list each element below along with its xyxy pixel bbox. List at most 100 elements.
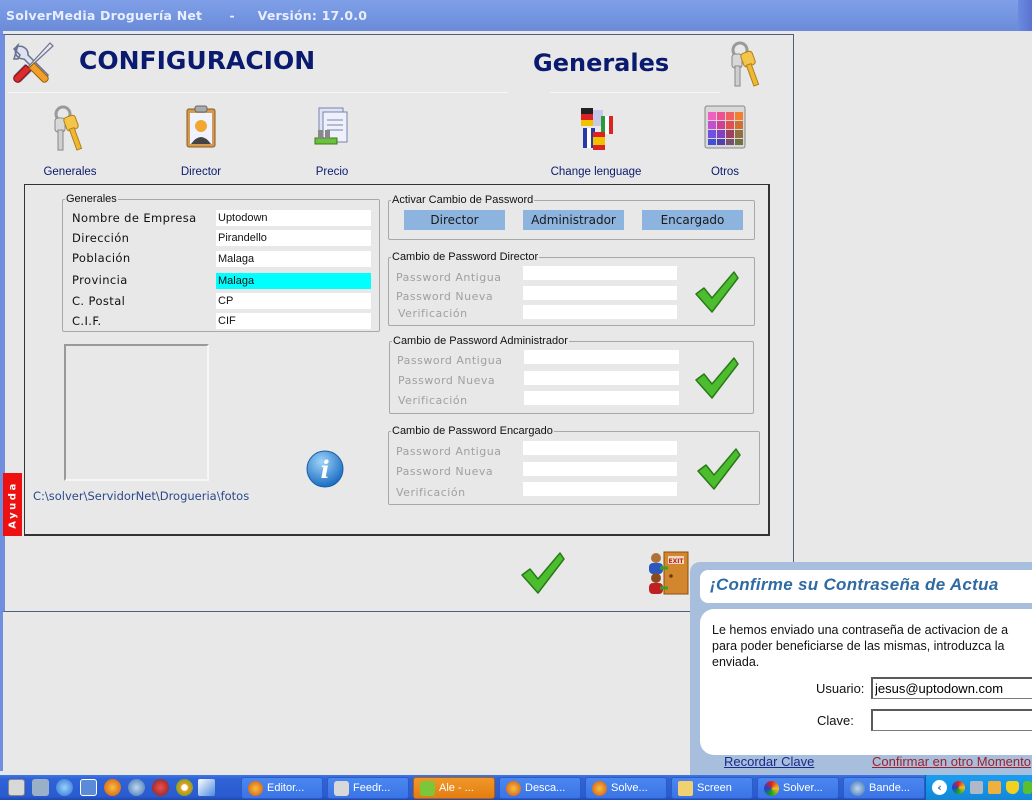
- box-icon[interactable]: [8, 779, 25, 796]
- taskbar-button-label: Solver...: [783, 782, 823, 794]
- nav-label: Otros: [710, 166, 740, 178]
- package-icon[interactable]: [988, 781, 1001, 794]
- activar-administrador-button[interactable]: Administrador: [523, 210, 624, 230]
- plane-icon[interactable]: [198, 779, 215, 796]
- encargado-verify-password-input[interactable]: [523, 482, 677, 496]
- popup-message: Le hemos enviado una contraseña de activ…: [712, 622, 1032, 670]
- taskbar-button[interactable]: Bande...: [843, 777, 925, 799]
- taskbar-button-label: Editor...: [267, 782, 305, 794]
- pw-label: Verificación: [398, 307, 468, 320]
- field-label: Población: [72, 251, 131, 265]
- clipboard-person-icon: [178, 104, 224, 154]
- window-title: SolverMedia Droguería Net - Versión: 17.…: [6, 8, 368, 23]
- color-palette-icon: [702, 104, 748, 154]
- exit-door-button[interactable]: EXIT: [646, 550, 692, 596]
- nav-change-language[interactable]: Change lenguage: [536, 104, 656, 184]
- box-icon: [334, 781, 349, 796]
- window-titlebar: SolverMedia Droguería Net - Versión: 17.…: [0, 0, 1032, 31]
- keys-icon: [47, 104, 93, 154]
- media-player-icon[interactable]: [176, 779, 193, 796]
- activar-director-button[interactable]: Director: [404, 210, 505, 230]
- director-verify-password-input[interactable]: [523, 305, 677, 319]
- info-icon[interactable]: i: [305, 450, 345, 488]
- wrench-screwdriver-icon: [10, 39, 56, 85]
- poblacion-input[interactable]: [216, 251, 371, 267]
- codigo-postal-input[interactable]: [216, 293, 371, 309]
- direccion-input[interactable]: [216, 230, 371, 246]
- nav-label: Precio: [315, 166, 349, 178]
- taskbar-button-label: Ale - ...: [439, 782, 474, 794]
- help-tab[interactable]: Ayuda: [3, 473, 22, 536]
- field-label: C.I.F.: [72, 314, 102, 328]
- nav-director[interactable]: Director: [141, 104, 261, 184]
- nav-label: Director: [180, 166, 222, 178]
- taskbar-button[interactable]: Feedr...: [327, 777, 409, 799]
- pw-label: Verificación: [396, 486, 466, 499]
- encargado-new-password-input[interactable]: [523, 462, 677, 476]
- chevron-left-icon[interactable]: ‹: [932, 780, 947, 795]
- page-title: CONFIGURACION: [79, 46, 316, 75]
- director-old-password-input[interactable]: [523, 266, 677, 280]
- usuario-label: Usuario:: [816, 681, 865, 696]
- nav-generales[interactable]: Generales: [10, 104, 130, 184]
- confirmar-otro-momento-link[interactable]: Confirmar en otro Momento: [872, 754, 1031, 769]
- field-label: Provincia: [72, 273, 128, 287]
- admin-old-password-input[interactable]: [524, 350, 679, 364]
- folder-icon: [678, 781, 693, 796]
- pw-label: Password Antigua: [396, 271, 502, 284]
- nav-otros[interactable]: Otros: [665, 104, 785, 184]
- taskbar-button-active[interactable]: Ale - ...: [413, 777, 495, 799]
- section-title: Generales: [533, 49, 670, 77]
- pw-label: Verificación: [398, 394, 468, 407]
- messenger-icon[interactable]: [1023, 781, 1032, 794]
- pw-label: Password Nueva: [398, 374, 496, 387]
- taskbar-button[interactable]: Solve...: [585, 777, 667, 799]
- nav-label: Change lenguage: [550, 166, 642, 178]
- outlook-icon[interactable]: [80, 779, 97, 796]
- popup-message-line: enviada.: [712, 655, 760, 669]
- nav-precio[interactable]: Precio: [272, 104, 392, 184]
- usuario-input[interactable]: [871, 677, 1032, 699]
- clave-label: Clave:: [817, 713, 854, 728]
- clave-input[interactable]: [871, 709, 1032, 731]
- header-divider: [8, 92, 508, 93]
- checkmark-icon[interactable]: [694, 356, 740, 400]
- flags-icon: [573, 104, 619, 154]
- taskbar-button-label: Bande...: [869, 782, 910, 794]
- ie-icon[interactable]: [56, 779, 73, 796]
- taskbar-button[interactable]: Solver...: [757, 777, 839, 799]
- firefox-icon[interactable]: [104, 779, 121, 796]
- solver-icon: [764, 781, 779, 796]
- popup-title: ¡Confirme su Contraseña de Actua: [710, 575, 999, 594]
- pw-label: Password Nueva: [396, 290, 494, 303]
- admin-verify-password-input[interactable]: [524, 391, 679, 405]
- activar-encargado-button[interactable]: Encargado: [642, 210, 743, 230]
- admin-new-password-input[interactable]: [524, 371, 679, 385]
- nombre-empresa-input[interactable]: [216, 210, 371, 226]
- shield-icon[interactable]: [1006, 781, 1019, 794]
- provincia-input[interactable]: [216, 273, 371, 289]
- encargado-old-password-input[interactable]: [523, 441, 677, 455]
- checkmark-icon[interactable]: [696, 447, 742, 491]
- header-divider: [550, 92, 720, 93]
- director-new-password-input[interactable]: [523, 286, 677, 300]
- recordar-clave-link[interactable]: Recordar Clave: [724, 754, 814, 769]
- taskbar-button[interactable]: Editor...: [241, 777, 323, 799]
- group-legend: Cambio de Password Encargado: [392, 425, 553, 437]
- taskbar-button[interactable]: Screen: [671, 777, 753, 799]
- checkmark-icon[interactable]: [694, 270, 740, 314]
- music-icon[interactable]: [152, 779, 169, 796]
- taskbar-button[interactable]: Desca...: [499, 777, 581, 799]
- pw-label: Password Antigua: [397, 354, 503, 367]
- accept-checkmark-button[interactable]: [520, 551, 566, 595]
- group-legend: Cambio de Password Director: [392, 251, 539, 263]
- thunderbird-icon[interactable]: [128, 779, 145, 796]
- network-icon[interactable]: [32, 779, 49, 796]
- solver-icon[interactable]: [952, 781, 965, 794]
- network-icon[interactable]: [970, 781, 983, 794]
- group-legend: Cambio de Password Administrador: [393, 335, 568, 347]
- group-legend: Activar Cambio de Password: [392, 194, 534, 206]
- pw-label: Password Nueva: [396, 465, 494, 478]
- photo-box[interactable]: [64, 344, 209, 481]
- cif-input[interactable]: [216, 313, 371, 329]
